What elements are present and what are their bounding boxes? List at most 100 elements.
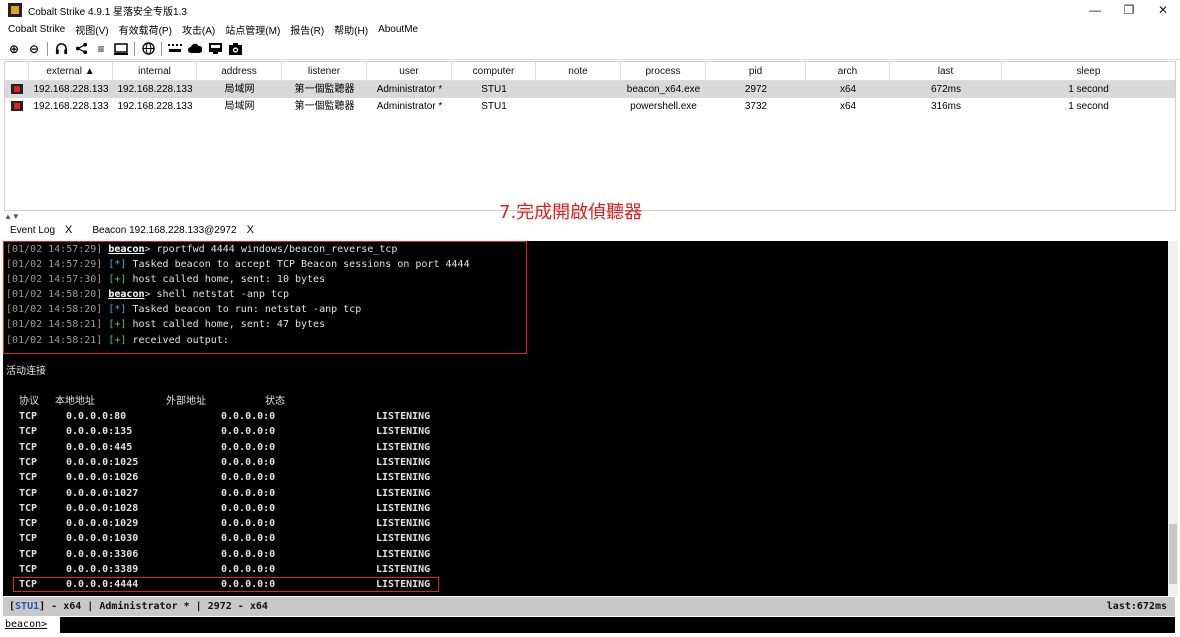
netstat-state: LISTENING xyxy=(376,548,431,560)
console-line: [01/02 14:57:29] [*] Tasked beacon to ac… xyxy=(6,259,470,270)
col-sleep[interactable]: sleep xyxy=(1002,62,1175,80)
col-process[interactable]: process xyxy=(621,62,706,80)
col-arch[interactable]: arch xyxy=(806,62,890,80)
menu-attacks[interactable]: 攻击(A) xyxy=(178,22,221,37)
cell-listener: 第一個監聽器 xyxy=(294,84,355,95)
tab-close-button[interactable]: X xyxy=(65,224,72,236)
col-icon[interactable] xyxy=(5,62,29,80)
cell-user: Administrator * xyxy=(376,101,443,112)
menu-cobalt-strike[interactable]: Cobalt Strike xyxy=(4,24,71,35)
netstat-local-address: 0.0.0.0:135 xyxy=(66,426,133,438)
console-line: [01/02 14:57:30] [+] host called home, s… xyxy=(6,274,326,285)
netstat-foreign-address: 0.0.0.0:0 xyxy=(221,533,276,545)
console-scrollbar[interactable] xyxy=(1168,241,1178,596)
netstat-state: LISTENING xyxy=(376,456,431,468)
netstat-proto: TCP xyxy=(19,411,38,422)
tab-event-log[interactable]: Event Log X xyxy=(0,224,82,236)
annotation-caption: 7.完成開啟偵聽器 xyxy=(499,202,643,223)
camera-icon[interactable] xyxy=(227,41,243,57)
prompt-label: beacon> xyxy=(3,617,60,633)
tab-beacon[interactable]: Beacon 192.168.228.133@2972 X xyxy=(82,224,264,236)
tab-bar: Event Log X Beacon 192.168.228.133@2972 … xyxy=(0,220,264,240)
status-computer: STU1 xyxy=(15,601,40,612)
command-prompt: beacon> xyxy=(3,617,1175,633)
cell-listener: 第一個監聽器 xyxy=(294,101,355,112)
menu-bar: Cobalt Strike 视图(V) 有效载荷(P) 攻击(A) 站点管理(M… xyxy=(0,20,1180,38)
toolbar: ⊕ ⊖ ≡ xyxy=(0,38,1180,60)
col-user[interactable]: user xyxy=(367,62,452,80)
tab-label: Event Log xyxy=(10,224,56,236)
minus-circle-icon[interactable]: ⊖ xyxy=(26,41,42,57)
cell-pid: 3732 xyxy=(744,101,768,112)
tab-close-button[interactable]: X xyxy=(247,224,254,236)
netstat-state: LISTENING xyxy=(376,441,431,453)
close-window-button[interactable]: ✕ xyxy=(1146,0,1180,20)
window-controls: — ❐ ✕ xyxy=(1078,0,1180,20)
netstat-header-foreign: 外部地址 xyxy=(166,396,206,407)
highlight-box-port-4444 xyxy=(13,577,439,592)
restore-button[interactable]: ❐ xyxy=(1112,0,1146,20)
tab-label: Beacon 192.168.228.133@2972 xyxy=(92,224,237,236)
netstat-local-address: 0.0.0.0:1028 xyxy=(66,502,139,514)
netstat-foreign-address: 0.0.0.0:0 xyxy=(221,441,276,453)
cell-user: Administrator * xyxy=(376,84,443,95)
share-icon[interactable] xyxy=(73,41,89,57)
netstat-proto: TCP xyxy=(19,533,38,545)
menu-view[interactable]: 视图(V) xyxy=(71,22,114,37)
monitor-icon[interactable] xyxy=(113,41,129,57)
menu-payloads[interactable]: 有效载荷(P) xyxy=(115,22,178,37)
netstat-local-address: 0.0.0.0:1027 xyxy=(66,487,139,499)
netstat-state: LISTENING xyxy=(376,502,431,514)
console-line: [01/02 14:58:21] [+] received output: xyxy=(6,335,229,346)
command-input[interactable] xyxy=(63,617,1175,633)
col-last[interactable]: last xyxy=(890,62,1002,80)
netstat-proto: TCP xyxy=(19,441,38,453)
cell-external: 192.168.228.133 xyxy=(33,101,109,112)
headphones-icon[interactable] xyxy=(53,41,69,57)
netstat-local-address: 0.0.0.0:1029 xyxy=(66,518,139,530)
cell-sleep: 1 second xyxy=(1068,84,1109,95)
cloud-icon[interactable] xyxy=(187,41,203,57)
col-address[interactable]: address xyxy=(197,62,282,80)
menu-reports[interactable]: 报告(R) xyxy=(286,22,330,37)
cell-note xyxy=(536,81,621,98)
list-icon[interactable]: ≡ xyxy=(93,41,109,57)
cell-process: powershell.exe xyxy=(630,101,697,112)
console-line: [01/02 14:58:20] beacon> shell netstat -… xyxy=(6,289,289,300)
beacon-console[interactable]: [01/02 14:57:29] beacon> rportfwd 4444 w… xyxy=(3,241,1168,596)
cobalt-strike-app-icon xyxy=(8,3,22,17)
cell-computer: STU1 xyxy=(481,84,507,95)
menu-about-me[interactable]: AboutMe xyxy=(374,24,424,35)
beacon-status-bar: [STU1] - x64 | Administrator * | 2972 - … xyxy=(3,597,1175,616)
screen-icon[interactable] xyxy=(207,41,223,57)
netstat-proto: TCP xyxy=(19,472,38,484)
globe-icon[interactable] xyxy=(140,41,156,57)
status-session-info: ] - x64 | Administrator * | 2972 - x64 xyxy=(39,601,268,612)
netstat-proto: TCP xyxy=(19,487,38,499)
netstat-foreign-address: 0.0.0.0:0 xyxy=(221,548,276,560)
col-computer[interactable]: computer xyxy=(452,62,536,80)
netstat-section-title: 活动连接 xyxy=(6,366,46,377)
netstat-foreign-address: 0.0.0.0:0 xyxy=(221,472,276,484)
minimize-button[interactable]: — xyxy=(1078,0,1112,20)
scrollbar-thumb[interactable] xyxy=(1169,524,1177,584)
netstat-foreign-address: 0.0.0.0:0 xyxy=(221,564,276,575)
plus-circle-icon[interactable]: ⊕ xyxy=(6,41,22,57)
netstat-local-address: 0.0.0.0:445 xyxy=(66,441,133,453)
keyboard-icon[interactable] xyxy=(167,41,183,57)
col-internal[interactable]: internal xyxy=(113,62,197,80)
table-row[interactable]: 192.168.228.133 192.168.228.133 局域网 第一個監… xyxy=(5,81,1175,98)
cell-process: beacon_x64.exe xyxy=(626,84,701,95)
menu-help[interactable]: 帮助(H) xyxy=(330,22,374,37)
netstat-state: LISTENING xyxy=(376,533,431,545)
col-pid[interactable]: pid xyxy=(706,62,806,80)
table-row[interactable]: 192.168.228.133 192.168.228.133 局域网 第一個監… xyxy=(5,98,1175,115)
netstat-header-local: 本地地址 xyxy=(55,396,95,407)
col-listener[interactable]: listener xyxy=(282,62,367,80)
console-line: [01/02 14:58:21] [+] host called home, s… xyxy=(6,319,326,330)
col-note[interactable]: note xyxy=(536,62,621,80)
console-line: [01/02 14:57:29] beacon> rportfwd 4444 w… xyxy=(6,244,398,255)
netstat-foreign-address: 0.0.0.0:0 xyxy=(221,411,276,422)
col-external[interactable]: external ▲ xyxy=(29,62,113,80)
menu-site-management[interactable]: 站点管理(M) xyxy=(221,22,286,37)
